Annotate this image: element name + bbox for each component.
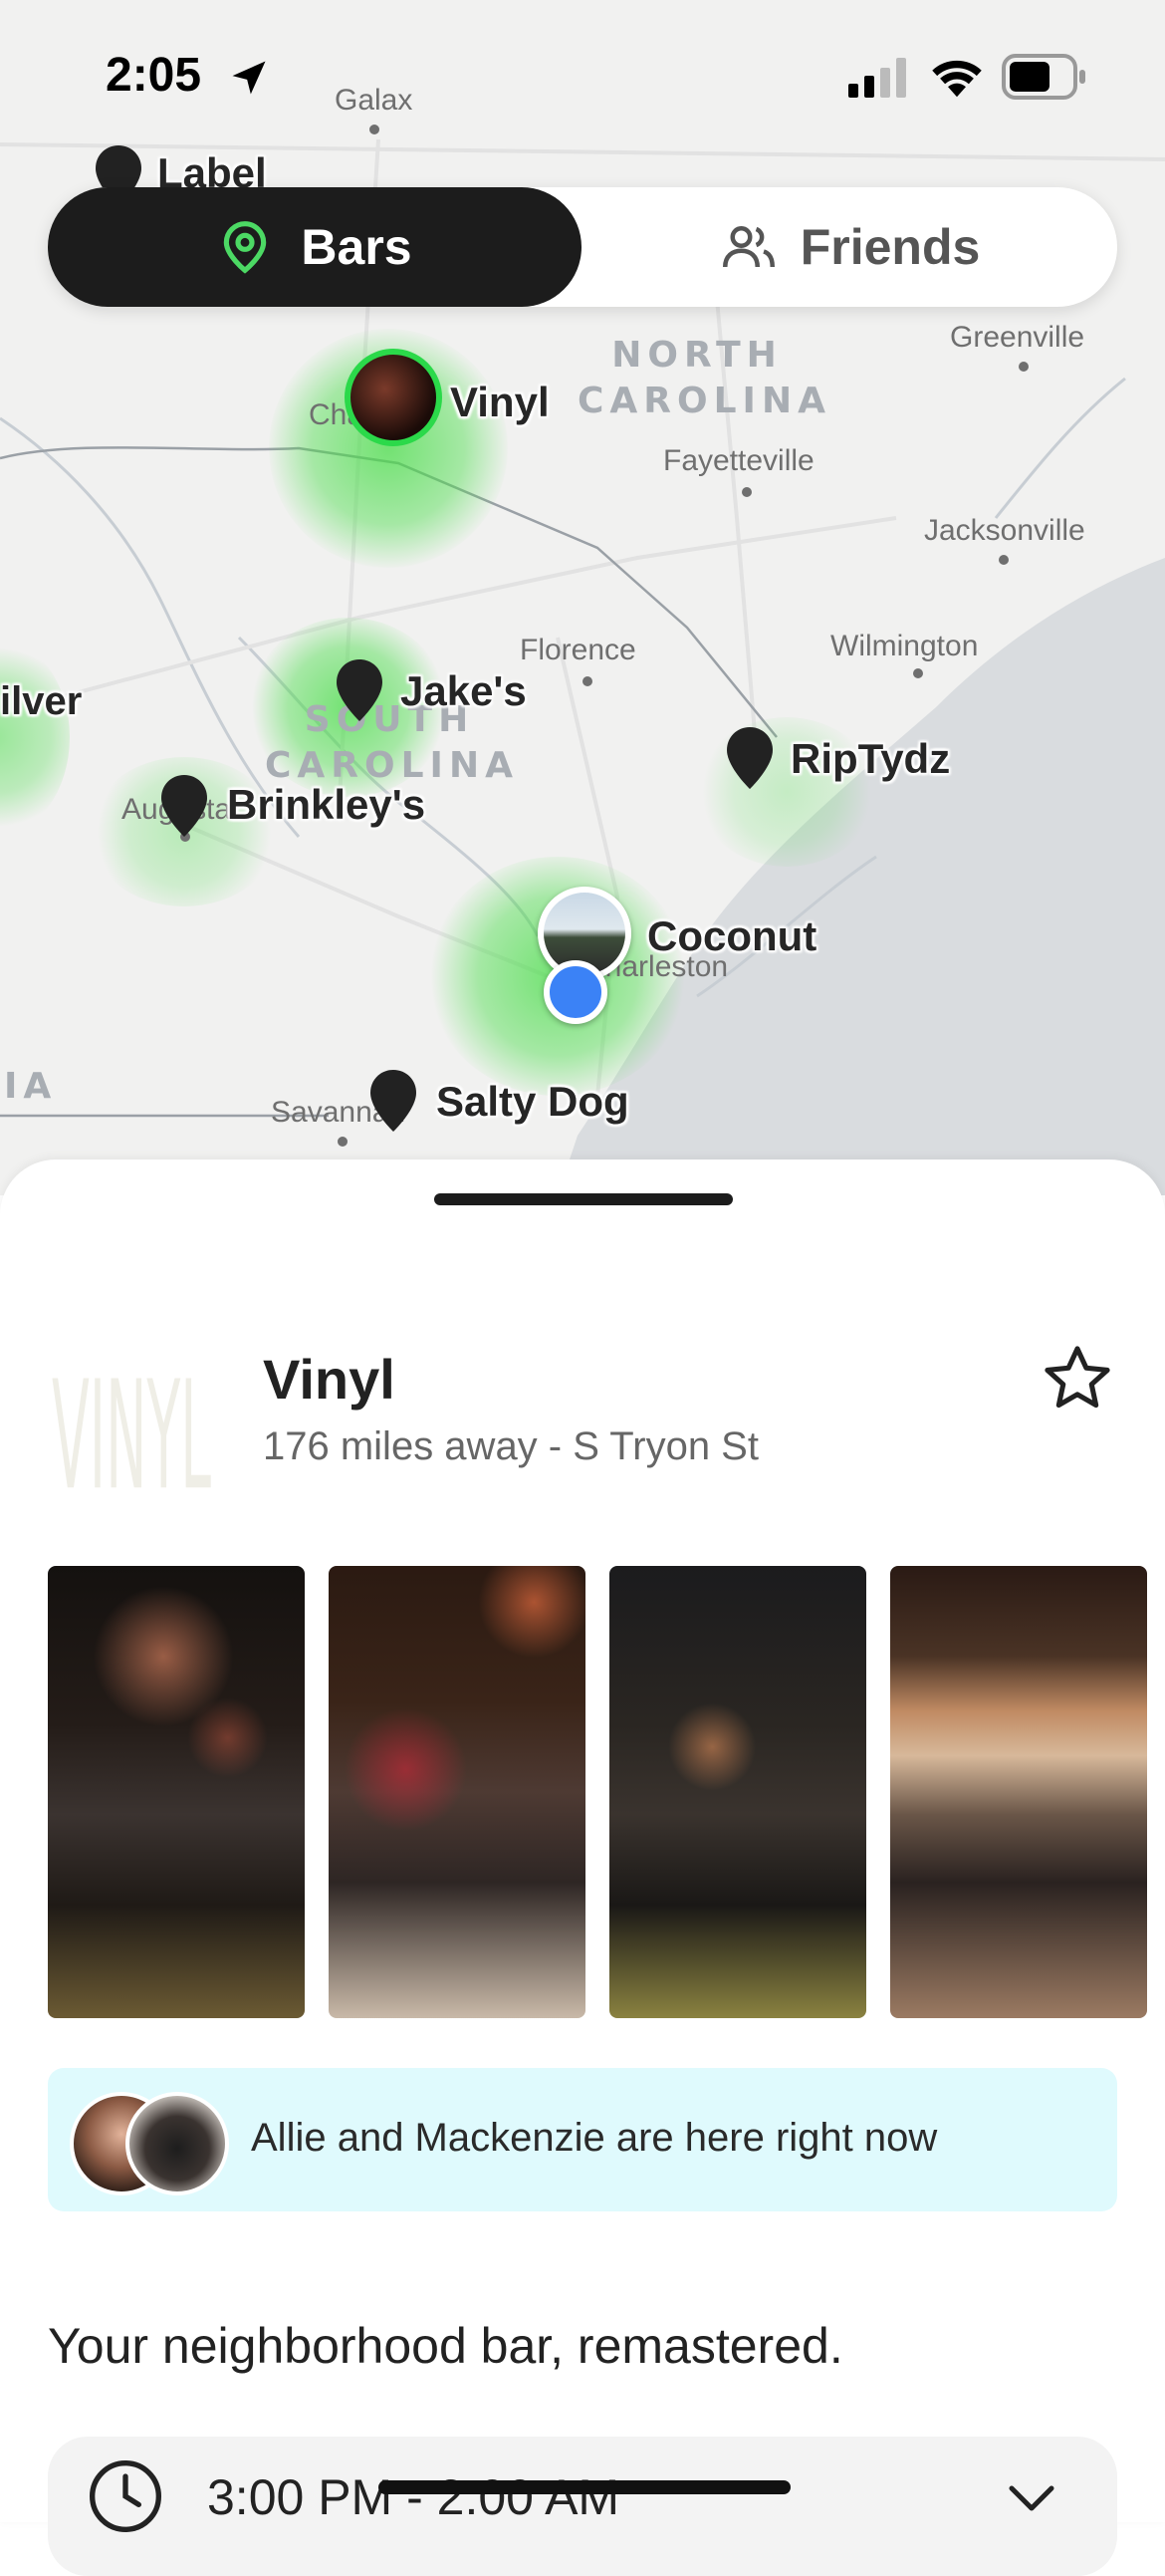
friend-avatar-mackenzie[interactable] [125, 2092, 229, 2195]
bar-photo-1[interactable] [48, 1566, 305, 2018]
map-view[interactable]: Galax Greenville Fayetteville Jacksonvil… [0, 0, 1165, 1195]
friends-here-text: Allie and Mackenzie are here right now [251, 2116, 938, 2160]
bar-photo-3[interactable] [609, 1566, 866, 2018]
pin-salty-dog-text[interactable]: Salty Dog [436, 1078, 629, 1126]
hours-text: 3:00 PM - 2:00 AM [207, 2469, 620, 2525]
pin-brinkleys[interactable] [161, 775, 207, 837]
favorite-star-icon[interactable] [1040, 1341, 1115, 1417]
pin-vinyl-photo[interactable] [345, 349, 442, 446]
tab-friends[interactable]: Friends [582, 187, 1117, 307]
pin-vinyl-text[interactable]: Vinyl [450, 379, 550, 426]
vinyl-logo: VINYL [52, 1349, 211, 1494]
users-icon [722, 226, 775, 268]
bar-tagline: Your neighborhood bar, remastered. [48, 2318, 843, 2374]
state-ia: IA [4, 1066, 58, 1107]
tab-bars-label: Bars [301, 219, 412, 275]
pin-ilver-text[interactable]: ilver [0, 679, 82, 724]
pin-jakes[interactable] [337, 659, 382, 721]
bars-friends-toggle: Bars Friends [48, 187, 1117, 307]
bar-photo-4[interactable] [890, 1566, 1147, 2018]
pin-jakes-text[interactable]: Jake's [400, 667, 527, 715]
pin-riptydz-text[interactable]: RipTydz [791, 735, 950, 783]
wifi-icon [932, 60, 982, 98]
location-pin-icon [224, 221, 267, 274]
bar-distance-address: 176 miles away - S Tryon St [263, 1424, 759, 1468]
tab-bars[interactable]: Bars [48, 187, 582, 307]
pin-salty-dog[interactable] [370, 1070, 416, 1132]
clock-icon [90, 2460, 161, 2532]
tab-friends-label: Friends [800, 219, 981, 275]
bar-photo-2[interactable] [329, 1566, 585, 2018]
sheet-grabber[interactable] [434, 1193, 733, 1205]
chevron-down-icon[interactable] [1002, 2468, 1061, 2528]
user-location-dot [544, 960, 607, 1024]
battery-icon [1002, 54, 1085, 100]
status-time: 2:05 [106, 49, 202, 102]
pin-riptydz[interactable] [727, 727, 773, 789]
home-indicator [378, 2480, 791, 2494]
state-north-carolina: NORTH CAROLINA [578, 335, 831, 421]
signal-icon [848, 58, 906, 98]
pin-coconut-text[interactable]: Coconut [647, 912, 816, 960]
vinyl-logo-text: VINYL [52, 1349, 211, 1494]
location-arrow-icon [232, 61, 266, 95]
bar-name: Vinyl [263, 1348, 395, 1411]
pin-brinkleys-text[interactable]: Brinkley's [227, 781, 425, 829]
